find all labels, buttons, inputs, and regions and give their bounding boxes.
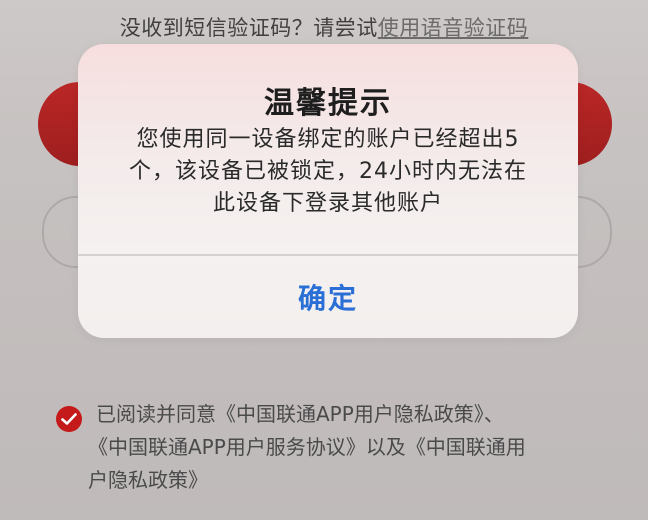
agreement-prefix: 已阅读并同意 [96, 402, 216, 426]
agreement-line-1: 已阅读并同意《中国联通APP用户隐私政策》、 [96, 398, 616, 431]
alert-message-line-3: 此设备下登录其他账户 [212, 191, 443, 216]
agreement-conjunction: 以及 [365, 435, 406, 459]
agreement-text: 已阅读并同意《中国联通APP用户隐私政策》、 《中国联通APP用户服务协议》以及… [88, 398, 616, 497]
unicom-privacy-policy-link[interactable]: 《中国联通用 [406, 435, 526, 459]
unicom-privacy-policy-link-cont[interactable]: 户隐私政策》 [88, 468, 208, 492]
agreement-separator: 、 [483, 402, 504, 426]
alert-dialog: 温馨提示 您使用同一设备绑定的账户已经超出5 个，该设备已被锁定，24小时内无法… [78, 44, 578, 338]
agreement-line-2: 《中国联通APP用户服务协议》以及《中国联通用 [88, 431, 616, 464]
alert-title: 温馨提示 [264, 86, 392, 121]
agreement-line-3: 户隐私政策》 [88, 464, 616, 497]
confirm-button[interactable]: 确定 [78, 256, 578, 338]
alert-message-line-2: 个，该设备已被锁定，24小时内无法在 [129, 159, 527, 184]
service-agreement-link[interactable]: 《中国联通APP用户服务协议》 [88, 435, 366, 459]
alert-message: 您使用同一设备绑定的账户已经超出5 个，该设备已被锁定，24小时内无法在 此设备… [114, 124, 542, 220]
privacy-policy-link[interactable]: 《中国联通APP用户隐私政策》 [216, 402, 484, 426]
login-screen: 没收到短信验证码？请尝试使用语音验证码 温馨提示 您使用同一设备绑定的账户已经超… [0, 0, 648, 520]
check-icon [61, 413, 77, 425]
alert-message-line-1: 您使用同一设备绑定的账户已经超出5 [136, 127, 520, 152]
agreement-checkbox[interactable] [56, 406, 82, 432]
